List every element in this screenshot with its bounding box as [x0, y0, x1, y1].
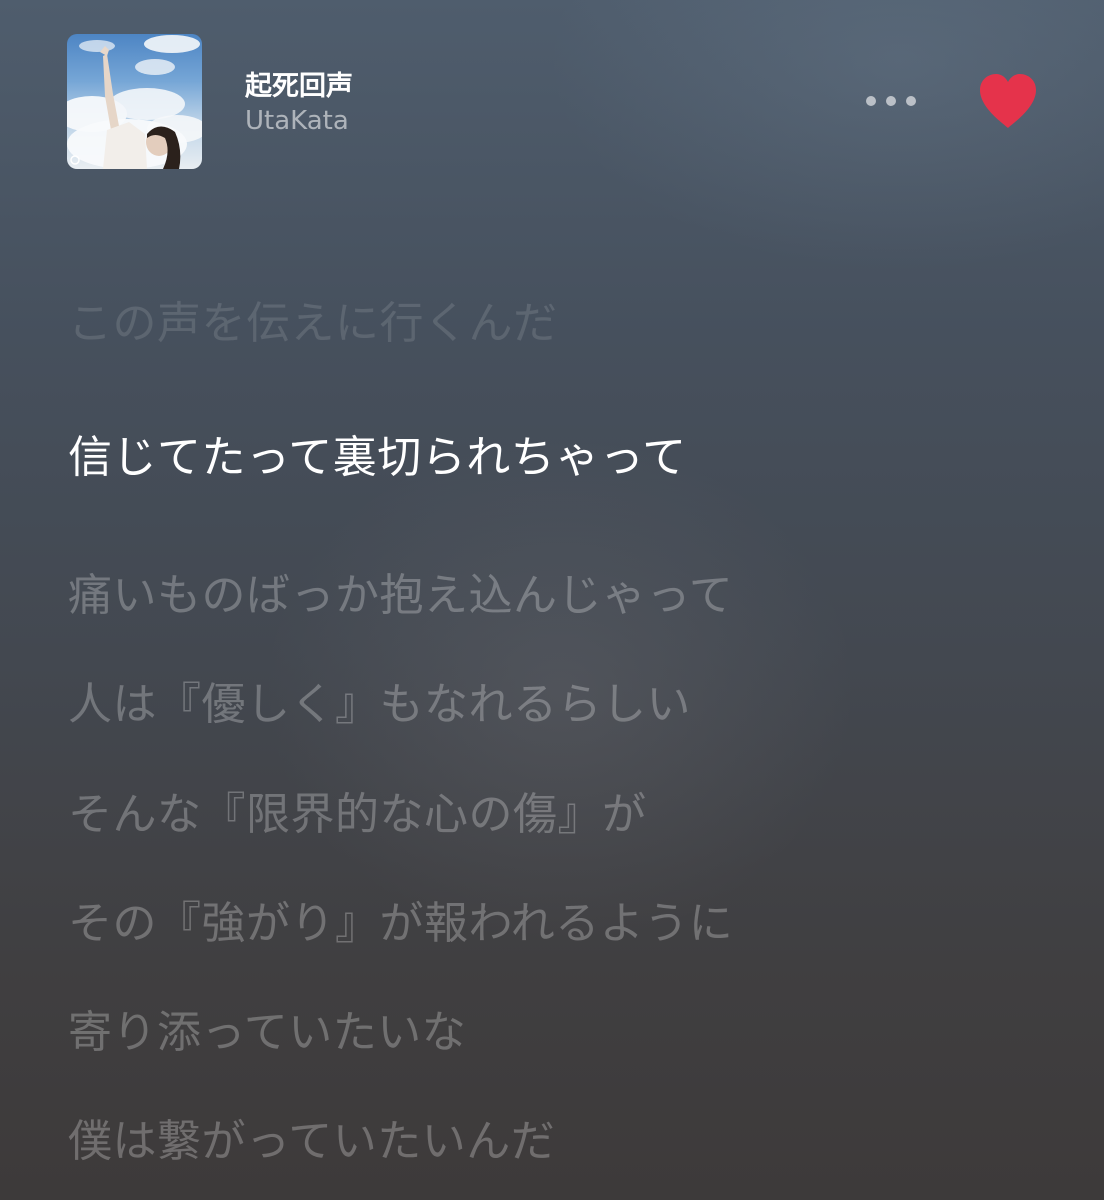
- track-title[interactable]: 起死回声: [245, 64, 353, 103]
- track-artist[interactable]: UtaKata: [245, 106, 349, 136]
- lyric-line[interactable]: 人は『優しく』もなれるらしい: [68, 677, 691, 733]
- lyric-line[interactable]: 痛いものばっか抱え込んじゃって: [68, 568, 733, 624]
- lyric-line[interactable]: 寄り添っていたいな: [68, 1005, 466, 1061]
- more-options-icon: [866, 96, 876, 106]
- love-button[interactable]: [976, 72, 1040, 132]
- album-artwork[interactable]: [67, 34, 202, 169]
- more-options-icon-dot: [906, 96, 916, 106]
- heart-filled-icon: [980, 74, 1036, 128]
- now-playing-header: 起死回声 UtaKata: [0, 0, 1104, 200]
- more-options-icon-dot: [886, 96, 896, 106]
- lyric-line[interactable]: 僕は繋がっていたいんだ: [68, 1114, 555, 1170]
- lyric-line[interactable]: その『強がり』が報われるように: [68, 896, 733, 952]
- lyric-line-current[interactable]: 信じてたって裏切られちゃって: [68, 430, 687, 486]
- album-artwork-image: [67, 35, 202, 169]
- more-options-button[interactable]: [858, 80, 924, 122]
- lyric-line[interactable]: そんな『限界的な心の傷』が: [68, 787, 647, 843]
- lyric-line-previous[interactable]: この声を伝えに行くんだ: [68, 296, 558, 352]
